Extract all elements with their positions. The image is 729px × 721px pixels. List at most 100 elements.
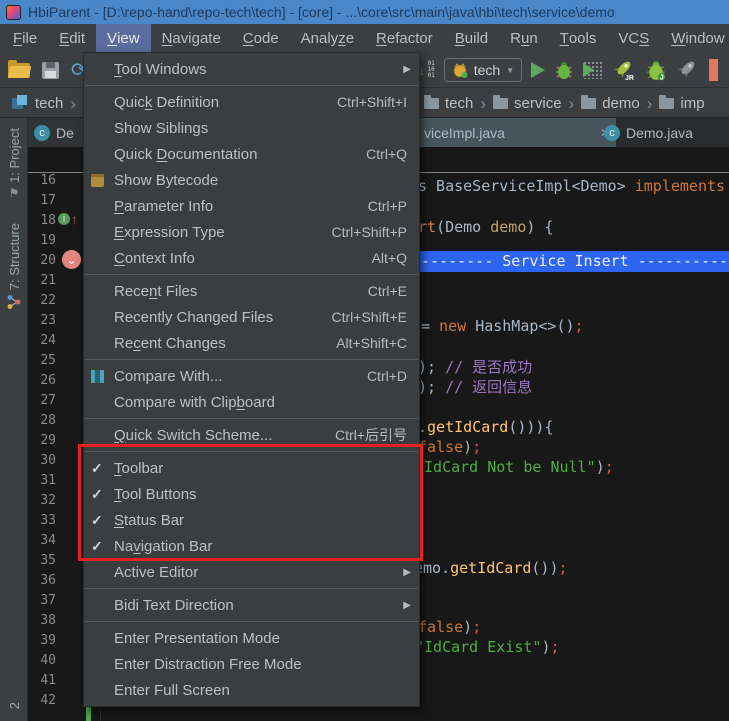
svg-text:J: J <box>660 73 664 81</box>
breadcrumb-item-imp[interactable]: imp <box>659 95 704 112</box>
stripe-button-structure[interactable]: 7: Structure <box>0 223 28 310</box>
mnemonic-letter: C <box>114 250 125 267</box>
bytecode-icon <box>91 167 113 193</box>
show-bytecode-toolbar-icon[interactable]: ↓ 01 10 01 <box>418 61 435 79</box>
menu-item-recently-changed-files[interactable]: Recently Changed FilesCtrl+Shift+E <box>84 304 419 330</box>
menubar-item-edit[interactable]: Edit <box>48 24 96 52</box>
menu-item-recent-changes[interactable]: Recent ChangesAlt+Shift+C <box>84 330 419 356</box>
code-fragment: rt(Demo demo) { <box>418 217 553 237</box>
menubar-item-code[interactable]: Code <box>232 24 290 52</box>
code-fragment: .getIdCard())){ <box>418 417 553 437</box>
menu-item-label: Recent Changes <box>114 335 226 352</box>
code-token: ) { <box>526 218 553 236</box>
menu-item-bidi-text-direction[interactable]: Bidi Text Direction▶ <box>84 592 419 618</box>
mnemonic-letter: R <box>376 30 387 47</box>
menu-separator <box>85 588 418 589</box>
run-configuration-label: tech <box>474 62 500 78</box>
line-number: 21 <box>28 271 56 291</box>
menu-item-compare-with[interactable]: Compare With...Ctrl+D <box>84 363 419 389</box>
tab-demo-java[interactable]: c Demo.java <box>598 118 728 147</box>
jrebel-debug-button[interactable]: J <box>645 59 667 81</box>
menu-item-gutter <box>91 56 113 82</box>
implementing-method-gutter-icon[interactable]: I ↑ <box>58 212 78 226</box>
code-token: new <box>439 317 475 335</box>
jrebel-run-button[interactable]: JR <box>612 58 636 82</box>
project-icon <box>12 95 28 111</box>
project-stripe-label: 1: Project <box>7 128 22 183</box>
menubar-item-tools[interactable]: Tools <box>549 24 608 52</box>
stripe-button-favorites-partial[interactable]: 2 <box>0 702 28 709</box>
menu-item-quick-documentation[interactable]: Quick DocumentationCtrl+Q <box>84 141 419 167</box>
menu-item-quick-definition[interactable]: Quick DefinitionCtrl+Shift+I <box>84 89 419 115</box>
menu-item-shortcut: Ctrl+Shift+E <box>332 309 407 325</box>
code-token: getIdCard <box>450 559 531 577</box>
line-number: 18 <box>28 211 56 231</box>
tomcat-icon <box>452 62 468 78</box>
tab-demo-service-impl[interactable]: viceImpl.java ✕ <box>418 118 616 147</box>
menu-item-compare-with-clipboard[interactable]: Compare with Clipboard <box>84 389 419 415</box>
tool-window-stripe: 1: Project ⚑ 7: Structure 2 <box>0 118 28 721</box>
line-number: 26 <box>28 371 56 391</box>
menu-separator <box>85 85 418 86</box>
run-button[interactable] <box>531 62 545 78</box>
menu-item-gutter <box>91 625 113 651</box>
breadcrumb-item-root[interactable]: tech <box>35 95 63 112</box>
line-number: 31 <box>28 471 56 491</box>
menubar-item-navigate[interactable]: Navigate <box>151 24 232 52</box>
line-number: 39 <box>28 631 56 651</box>
breadcrumb-item-demo[interactable]: demo <box>581 95 640 112</box>
menu-item-tool-windows[interactable]: Tool Windows▶ <box>84 56 419 82</box>
breadcrumb-item-service[interactable]: service <box>493 95 562 112</box>
menu-item-enter-presentation-mode[interactable]: Enter Presentation Mode <box>84 625 419 651</box>
menubar-item-refactor[interactable]: Refactor <box>365 24 444 52</box>
menubar-item-view[interactable]: View <box>96 24 151 52</box>
menubar-item-vcs[interactable]: VCS <box>607 24 660 52</box>
menubar-item-analyze[interactable]: Analyze <box>290 24 365 52</box>
menu-item-recent-files[interactable]: Recent FilesCtrl+E <box>84 278 419 304</box>
run-configuration-select[interactable]: tech ▼ <box>444 58 522 82</box>
menu-item-show-bytecode[interactable]: Show Bytecode <box>84 167 419 193</box>
save-all-icon[interactable] <box>42 62 59 79</box>
menu-item-show-siblings[interactable]: Show Siblings <box>84 115 419 141</box>
menu-item-gutter <box>91 141 113 167</box>
menu-item-gutter <box>91 389 113 415</box>
menubar-item-build[interactable]: Build <box>444 24 499 52</box>
debug-button[interactable] <box>554 60 574 80</box>
overridden-method-gutter-icon[interactable]: ⌄ <box>62 250 81 269</box>
menubar-item-file[interactable]: File <box>2 24 48 52</box>
menu-item-gutter <box>91 219 113 245</box>
mnemonic-letter: E <box>59 30 69 47</box>
breadcrumb-item-tech[interactable]: tech <box>424 95 473 112</box>
stop-button-partial[interactable] <box>709 59 718 81</box>
code-token: ())){ <box>508 418 553 436</box>
mnemonic-letter: W <box>671 30 685 47</box>
svg-text:JR: JR <box>625 75 634 82</box>
stripe-button-project[interactable]: 1: Project ⚑ <box>0 128 28 199</box>
tab-label: De <box>56 125 74 141</box>
menu-item-gutter <box>91 677 113 703</box>
chevron-down-icon: ▼ <box>506 66 514 75</box>
folder-icon <box>424 98 439 109</box>
annotation-highlight-rectangle <box>78 444 423 561</box>
mnemonic-letter: C <box>243 30 254 47</box>
code-token: getIdCard <box>427 418 508 436</box>
menu-item-enter-distraction-free-mode[interactable]: Enter Distraction Free Mode <box>84 651 419 677</box>
bytecode-binary-digits: 01 10 01 <box>428 61 435 79</box>
menu-item-parameter-info[interactable]: Parameter InfoCtrl+P <box>84 193 419 219</box>
breadcrumb-label: service <box>514 95 562 112</box>
run-with-coverage-button[interactable] <box>583 61 603 79</box>
code-token: // 返回信息 <box>445 378 532 396</box>
project-icon-front <box>17 95 27 105</box>
code-token: demo <box>490 218 526 236</box>
menu-bar: FileEditViewNavigateCodeAnalyzeRefactorB… <box>0 24 729 52</box>
menu-item-label: Context Info <box>114 250 195 267</box>
menu-item-context-info[interactable]: Context InfoAlt+Q <box>84 245 419 271</box>
menu-item-enter-full-screen[interactable]: Enter Full Screen <box>84 677 419 703</box>
tab-clipped-left[interactable]: c De <box>28 118 83 147</box>
menu-item-active-editor[interactable]: Active Editor▶ <box>84 559 419 585</box>
menu-item-expression-type[interactable]: Expression TypeCtrl+Shift+P <box>84 219 419 245</box>
menubar-item-window[interactable]: Window <box>660 24 729 52</box>
open-file-icon[interactable] <box>8 63 30 78</box>
menu-item-label: Recent Files <box>114 283 197 300</box>
menubar-item-run[interactable]: Run <box>499 24 549 52</box>
